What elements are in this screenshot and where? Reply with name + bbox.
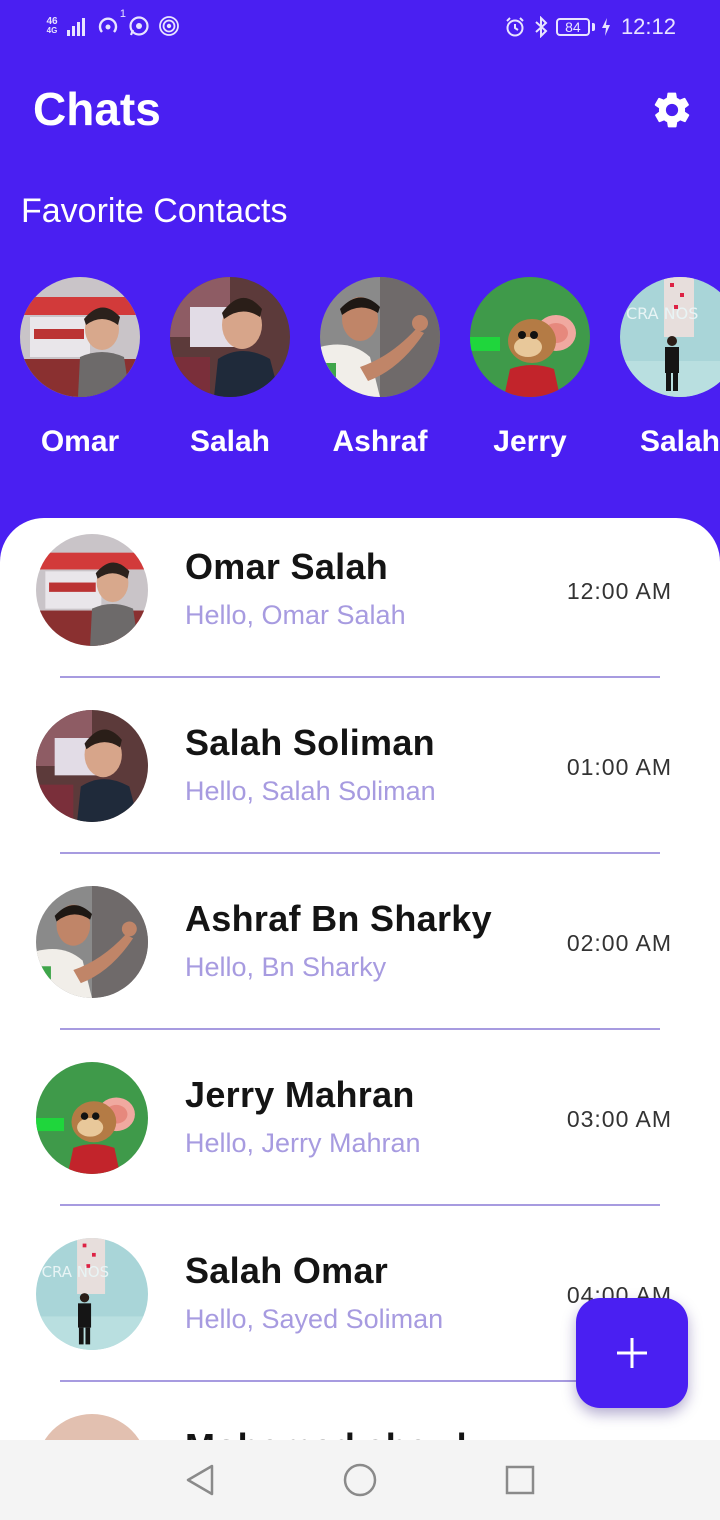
divider (60, 676, 660, 678)
avatar (36, 534, 148, 646)
chats-screen: 46 4G 1 84 12:12 Chats Favorite Contacts… (0, 0, 720, 1520)
signal-icon (67, 18, 85, 36)
status-left-group: 46 4G 1 (46, 8, 180, 38)
chat-contact-name: Jerry Mahran (185, 1074, 415, 1115)
chat-message-preview: Hello, Jerry Mahran (185, 1128, 421, 1158)
new-chat-button[interactable] (576, 1298, 688, 1408)
avatar (36, 1062, 148, 1174)
favorite-contact-name: Omar (40, 425, 120, 458)
avatar (36, 710, 148, 822)
chat-list-item[interactable]: Jerry Mahran Hello, Jerry Mahran 03:00 A… (0, 1046, 720, 1222)
favorite-contact[interactable]: Ashraf (305, 277, 455, 459)
chat-timestamp: 02:00 AM (566, 930, 672, 956)
recents-button[interactable] (500, 1460, 540, 1500)
chat-list-item[interactable]: Salah Soliman Hello, Salah Soliman 01:00… (0, 694, 720, 870)
avatar (320, 277, 440, 397)
network-type-label: 46 4G (46, 17, 58, 36)
favorite-contact[interactable]: Jerry (455, 277, 605, 459)
favorite-contact[interactable]: Salah (155, 277, 305, 459)
favorite-contact-name: Jerry (493, 425, 567, 458)
favorite-contact-name: Salah (639, 425, 720, 458)
divider (60, 1028, 660, 1030)
navigation-bar (0, 1440, 720, 1520)
avatar (170, 277, 290, 397)
divider (60, 1380, 660, 1382)
divider (60, 852, 660, 854)
charging-icon (601, 18, 610, 36)
chat-message-preview: Hello, Bn Sharky (185, 952, 387, 982)
broadcast-icon (159, 16, 179, 36)
battery-level: 84 (565, 19, 581, 35)
avatar (470, 277, 590, 397)
chat-contact-name: Ashraf Bn Sharky (185, 898, 492, 939)
battery-indicator: 84 (555, 18, 590, 36)
chat-timestamp: 12:00 AM (566, 578, 672, 604)
chat-message-preview: Hello, Salah Soliman (185, 776, 436, 806)
chat-contact-name: Salah Soliman (185, 722, 435, 763)
gear-icon (654, 92, 690, 128)
hotspot-count: 1 (119, 8, 126, 20)
home-circle-icon (343, 1463, 377, 1497)
favorite-contact-name: Salah (189, 425, 271, 458)
favorites-heading: Favorite Contacts (21, 192, 288, 230)
alarm-icon (506, 17, 524, 37)
avatar (36, 1238, 148, 1350)
chat-timestamp: 03:00 AM (566, 1106, 672, 1132)
avatar (620, 277, 720, 397)
settings-button[interactable] (648, 86, 696, 134)
divider (60, 1204, 660, 1206)
hotspot-icon (98, 17, 118, 33)
chat-list-item[interactable]: Ashraf Bn Sharky Hello, Bn Sharky 02:00 … (0, 870, 720, 1046)
hotspot-indicator: 1 (96, 8, 126, 38)
whatsapp-icon (129, 16, 149, 36)
back-button[interactable] (180, 1460, 220, 1500)
network-type-bottom: 4G (46, 26, 58, 35)
battery-tip (591, 23, 595, 31)
chat-contact-name: Salah Omar (185, 1250, 389, 1291)
favorites-list[interactable]: Omar Salah Ashraf Jerry Salah (0, 277, 720, 477)
status-bar: 46 4G 1 84 12:12 (0, 0, 720, 56)
avatar (20, 277, 140, 397)
recents-square-icon (505, 1465, 535, 1495)
favorite-contact-name: Ashraf (332, 425, 428, 458)
chat-list-item[interactable]: Omar Salah Hello, Omar Salah 12:00 AM (0, 518, 720, 694)
status-time: 12:12 (620, 14, 676, 39)
plus-icon (617, 1338, 647, 1368)
chat-message-preview: Hello, Sayed Soliman (185, 1304, 444, 1334)
status-right-group: 84 12:12 (504, 14, 676, 40)
chat-contact-name: Omar Salah (185, 546, 389, 587)
page-title: Chats (33, 83, 161, 135)
favorite-contact[interactable]: Omar (5, 277, 155, 459)
chat-message-preview: Hello, Omar Salah (185, 600, 406, 630)
avatar (36, 886, 148, 998)
bluetooth-icon (535, 16, 548, 38)
home-button[interactable] (340, 1460, 380, 1500)
back-triangle-icon (186, 1464, 214, 1496)
favorite-contact[interactable]: Salah (605, 277, 720, 459)
chat-timestamp: 01:00 AM (566, 754, 672, 780)
